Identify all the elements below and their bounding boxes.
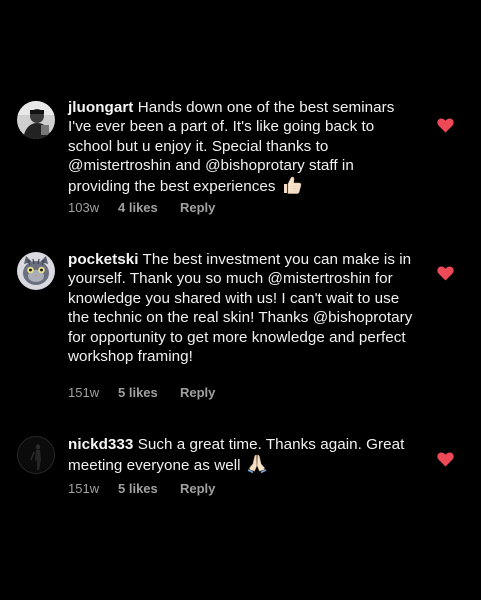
comment-time: 151w [68,481,100,496]
comment-text: jluongart Hands down one of the best sem… [68,98,420,199]
comment-username[interactable]: nickd333 [68,436,133,453]
comment-text: nickd333 Such a great time. Thanks again… [68,435,420,479]
comment-meta: 151w 5 likes Reply [68,385,215,400]
comment-time: 151w [68,385,100,400]
comment-likes[interactable]: 4 likes [118,200,180,215]
comment-meta: 151w 5 likes Reply [68,481,215,496]
like-heart-icon[interactable] [437,452,454,467]
reply-button[interactable]: Reply [180,385,215,400]
comment-likes[interactable]: 5 likes [118,481,180,496]
avatar[interactable] [17,436,55,474]
comment-meta: 103w 4 likes Reply [68,200,215,215]
like-heart-icon[interactable] [437,266,454,281]
comment-time: 103w [68,200,100,215]
avatar[interactable] [17,252,55,290]
comment-body: The best investment you can make is in y… [68,251,413,366]
folded-hands-icon [247,454,267,478]
reply-button[interactable]: Reply [180,200,215,215]
person-photo-avatar-icon [17,101,55,139]
dark-figure-avatar-icon [17,436,55,474]
comment-likes[interactable]: 5 likes [118,385,180,400]
comment-username[interactable]: jluongart [68,99,133,116]
thumbs-up-icon [282,176,302,199]
reply-button[interactable]: Reply [180,481,215,496]
comment-username[interactable]: pocketski [68,251,139,268]
comment-text: pocketski The best investment you can ma… [68,250,420,366]
like-heart-icon[interactable] [437,118,454,133]
cat-avatar-icon [17,252,55,290]
avatar[interactable] [17,101,55,139]
